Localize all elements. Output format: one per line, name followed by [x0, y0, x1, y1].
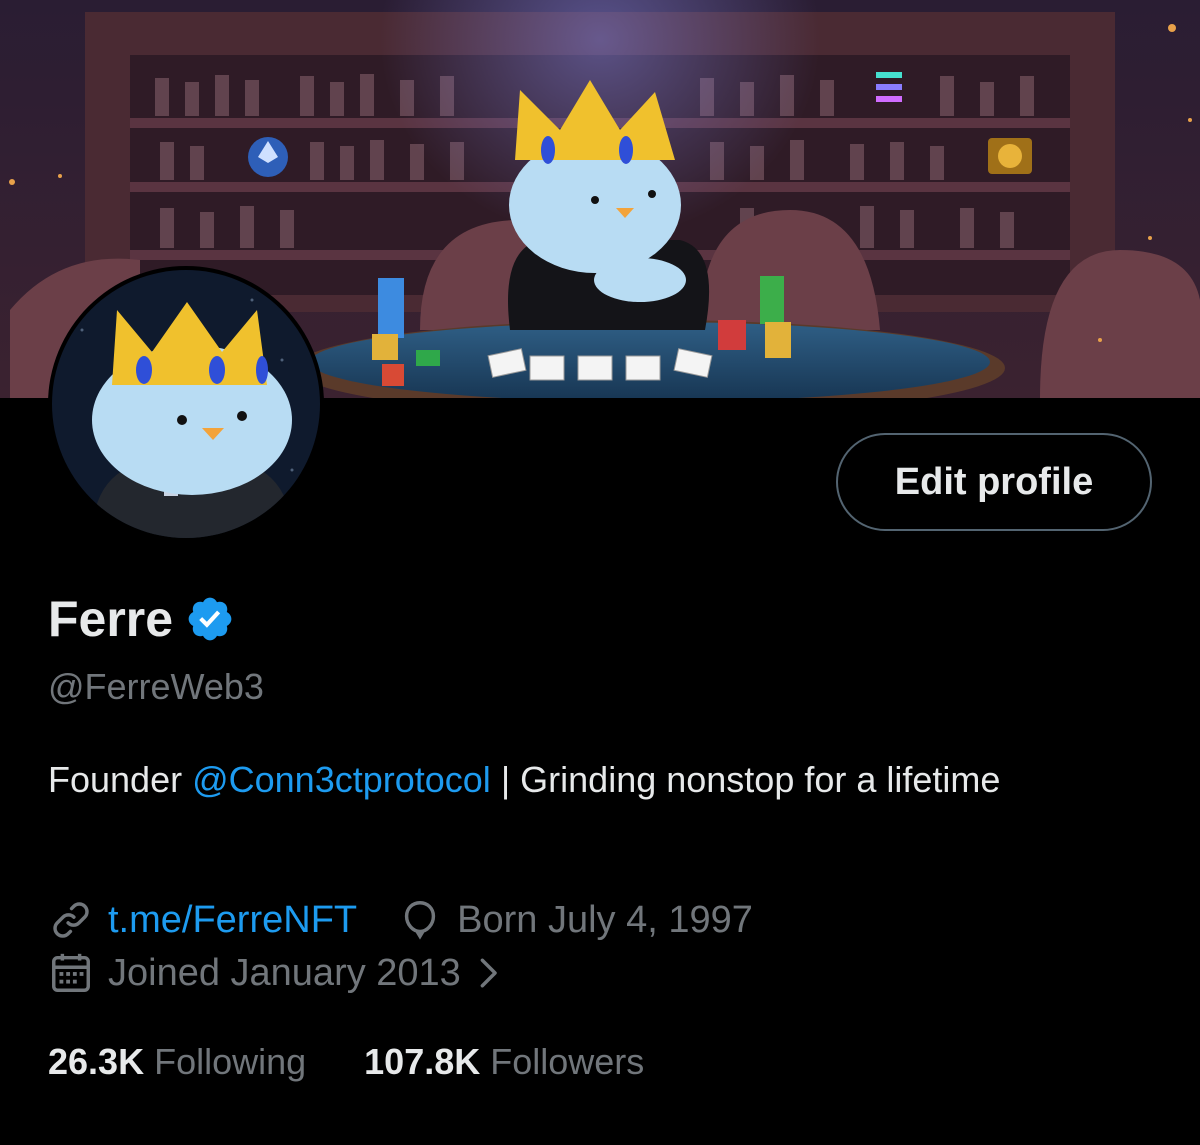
balloon-icon: [404, 901, 436, 940]
display-name-row: Ferre: [48, 590, 235, 648]
username-handle: @FerreWeb3: [48, 666, 264, 707]
website-link[interactable]: t.me/FerreNFT: [108, 899, 357, 942]
bio-suffix: | Grinding nonstop for a lifetime: [490, 759, 1001, 800]
chevron-right-icon[interactable]: [473, 956, 503, 990]
followers-label: Followers: [490, 1041, 645, 1082]
birthday-text: Born July 4, 1997: [457, 898, 753, 941]
followers-count: 107.8K: [364, 1041, 481, 1082]
link-icon: [53, 902, 89, 938]
profile-meta-row-2[interactable]: Joined January 2013: [48, 947, 503, 999]
following-count: 26.3K: [48, 1041, 145, 1082]
avatar-image: [52, 270, 320, 538]
edit-profile-button[interactable]: Edit profile: [836, 433, 1152, 531]
following-label: Following: [154, 1041, 307, 1082]
followers-stat-link[interactable]: 107.8K Followers: [364, 1041, 644, 1083]
joined-text: Joined January 2013: [108, 951, 461, 994]
following-stat-link[interactable]: 26.3K Following: [48, 1041, 306, 1083]
bio-prefix: Founder: [48, 759, 193, 800]
bio-mention-link[interactable]: @Conn3ctprotocol: [192, 759, 491, 800]
follow-stats: 26.3K Following 107.8K Followers: [48, 1036, 644, 1088]
profile-avatar[interactable]: [48, 266, 324, 542]
display-name: Ferre: [48, 591, 174, 647]
calendar-icon: [52, 953, 90, 992]
verified-badge-icon[interactable]: [185, 594, 235, 644]
profile-meta-row-1: t.me/FerreNFT Born July 4, 1997: [48, 894, 753, 946]
profile-bio: Founder @Conn3ctprotocol | Grinding nons…: [48, 752, 1158, 808]
